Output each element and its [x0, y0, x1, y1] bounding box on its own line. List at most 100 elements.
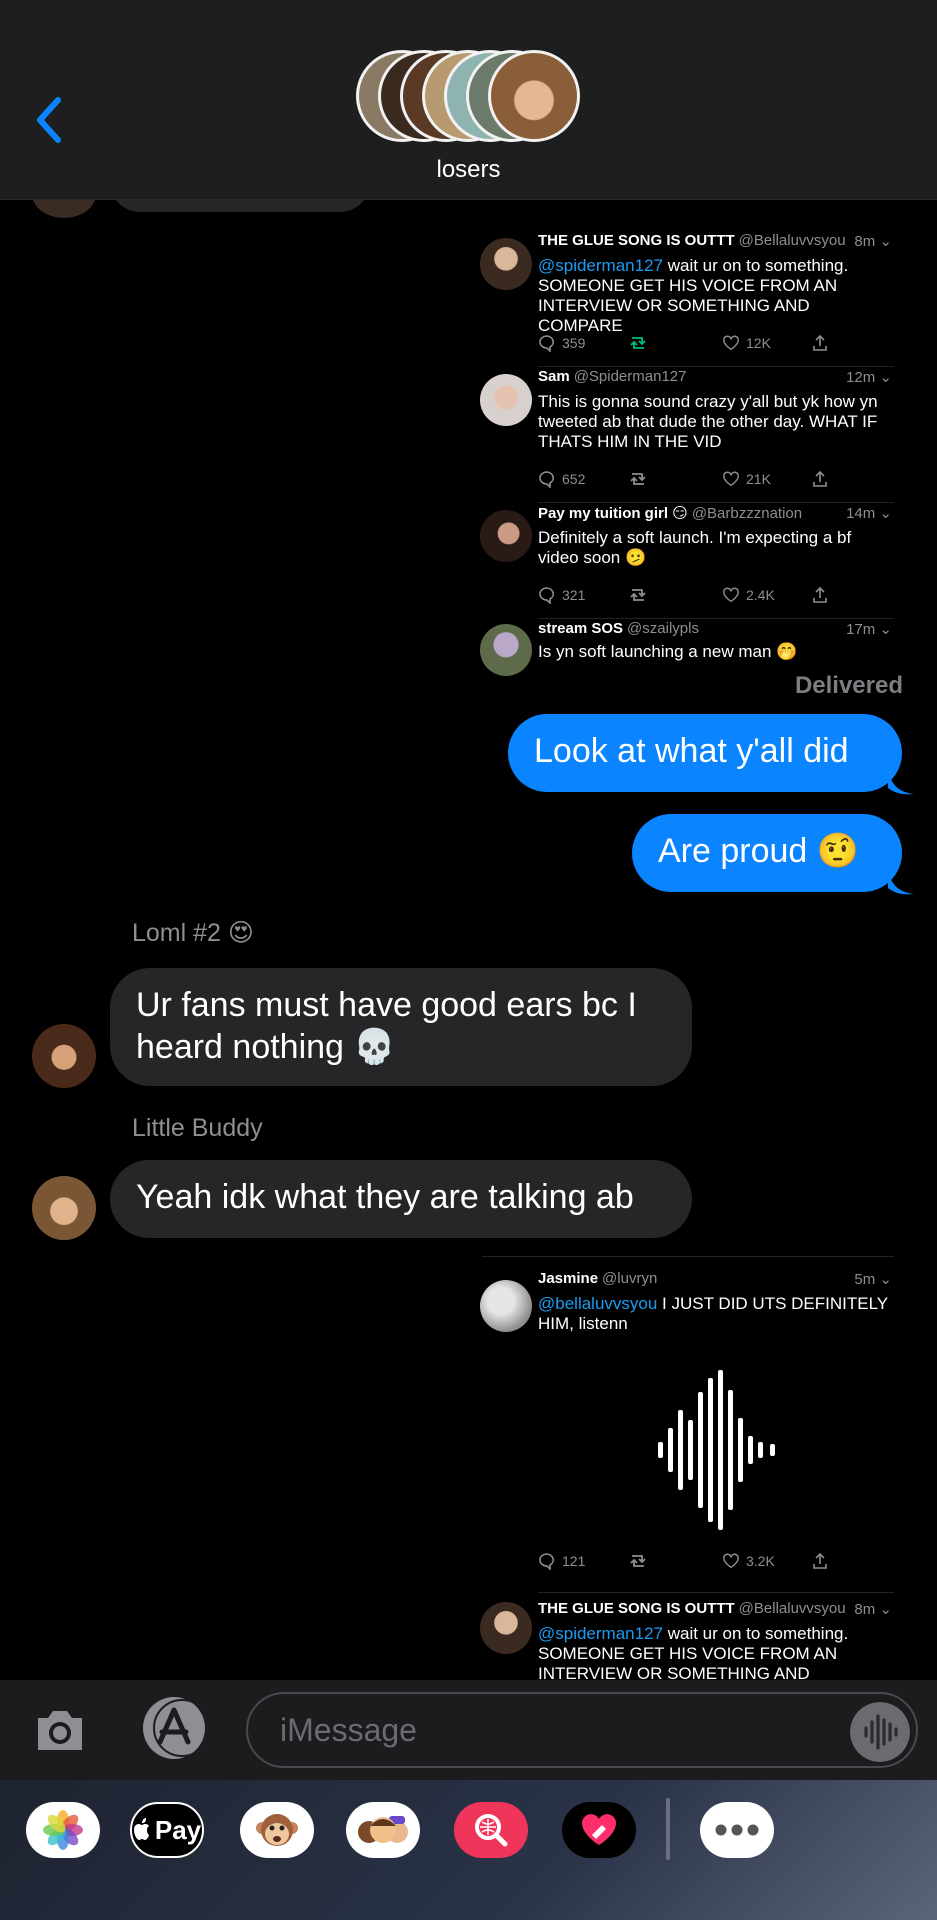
- reply-icon: [539, 587, 554, 604]
- reply-count: 652: [538, 470, 585, 488]
- tweet-avatar: [480, 1280, 532, 1332]
- avatar[interactable]: [32, 1176, 96, 1240]
- share-icon: [812, 470, 828, 488]
- reply-count: 321: [538, 586, 585, 604]
- compose-bar: [0, 1680, 937, 1780]
- tweet-text: @bellaluvvsyou I JUST DID UTS DEFINITELY…: [538, 1294, 888, 1333]
- reply-count: 359: [538, 334, 585, 352]
- tweet-avatar: [480, 624, 532, 676]
- retweet-icon: [628, 586, 648, 604]
- bubble-tail: [888, 870, 914, 895]
- tweet-avatar: [480, 238, 532, 290]
- tweet: Sam @Spiderman127 12m ⌄ This is gonna sou…: [466, 366, 898, 503]
- more-apps-icon[interactable]: [700, 1802, 774, 1858]
- tweet-author-name: Pay my tuition girl 😏: [538, 505, 688, 522]
- delivered-status: Delivered: [794, 672, 903, 699]
- retweet-icon: [628, 334, 648, 352]
- retweet-icon: [628, 470, 648, 488]
- tweet-author-name: THE GLUE SONG IS OUTTT: [538, 232, 735, 249]
- tweet-text: Is yn soft launching a new man 🤭: [538, 642, 798, 661]
- retweet-icon: [628, 1552, 648, 1570]
- group-avatars[interactable]: [356, 50, 580, 142]
- divider: [666, 1798, 670, 1860]
- tweet-text: This is gonna sound crazy y'all but yk h…: [538, 392, 878, 451]
- tweet-handle: @luvryn: [602, 1270, 658, 1287]
- message-bubble-incoming[interactable]: Yeah idk what they are talking ab: [110, 1160, 692, 1238]
- tweet-author-name: THE GLUE SONG IS OUTTT: [538, 1600, 735, 1617]
- tweet-time: 8m ⌄: [854, 1601, 892, 1618]
- tweet-handle: @Bellaluvvsyou: [738, 232, 846, 249]
- tweet-mention: @spiderman127: [538, 256, 663, 275]
- tweet-handle: @Spiderman127: [573, 368, 687, 385]
- tweet-avatar: [480, 1602, 532, 1654]
- tweet: Pay my tuition girl 😏 @Barbzzznation 14m …: [466, 502, 898, 619]
- message-bubble-outgoing[interactable]: Are proud 🤨: [632, 814, 902, 892]
- digital-touch-heart-icon[interactable]: [562, 1802, 636, 1858]
- tweet-time: 8m ⌄: [854, 233, 892, 250]
- like-count: 21K: [722, 470, 771, 488]
- search-images-app-icon[interactable]: [454, 1802, 528, 1858]
- tweet: stream SOS @szailypls 17m ⌄ Is yn soft la…: [466, 618, 898, 676]
- like-count: 2.4K: [722, 586, 775, 604]
- sender-name: Little Buddy: [132, 1114, 263, 1142]
- share-icon: [812, 334, 828, 352]
- tweet-avatar: [480, 510, 532, 562]
- reply-icon: [539, 471, 554, 488]
- avatar: [488, 50, 580, 142]
- tweet: Jasmine @luvryn 5m ⌄ @bellaluvvsyou I JUS…: [466, 1266, 898, 1593]
- back-chevron-icon[interactable]: [30, 92, 70, 148]
- tweet-mention: @spiderman127: [538, 1624, 663, 1643]
- app-store-icon[interactable]: [138, 1696, 210, 1760]
- tweet-screenshot-image[interactable]: THE GLUE SONG IS OUTTT @Bellaluvvsyou 8m …: [466, 220, 898, 676]
- like-count: 3.2K: [722, 1552, 775, 1570]
- conversation-header: losers: [0, 0, 937, 200]
- photos-app-icon[interactable]: [26, 1802, 100, 1858]
- audio-waveform-icon: [658, 1370, 775, 1530]
- apple-logo-icon: [133, 1818, 149, 1840]
- avatar[interactable]: [32, 1024, 96, 1088]
- voice-waveform-icon[interactable]: [850, 1702, 910, 1762]
- camera-icon[interactable]: [32, 1702, 88, 1758]
- tweet: THE GLUE SONG IS OUTTT @Bellaluvvsyou 8m …: [466, 230, 898, 367]
- tweet-text: @spiderman127 wait ur on to something. S…: [538, 256, 849, 335]
- heart-icon: [723, 335, 739, 351]
- tweet-text: Definitely a soft launch. I'm expecting …: [538, 528, 852, 567]
- divider: [538, 1592, 894, 1593]
- message-bubble-outgoing[interactable]: Look at what y'all did: [508, 714, 902, 792]
- tweet-time: 5m ⌄: [854, 1271, 892, 1288]
- sender-name: Loml #2 😍: [132, 919, 254, 947]
- share-icon: [812, 586, 828, 604]
- message-thread[interactable]: THE GLUE SONG IS OUTTT @Bellaluvvsyou 8m …: [0, 0, 937, 1703]
- message-input[interactable]: [246, 1692, 918, 1768]
- tweet-screenshot-image[interactable]: Jasmine @luvryn 5m ⌄ @bellaluvvsyou I JUS…: [466, 1256, 898, 1703]
- message-bubble-incoming[interactable]: Ur fans must have good ears bc I heard n…: [110, 968, 692, 1086]
- reply-icon: [539, 335, 554, 352]
- tweet-avatar: [480, 374, 532, 426]
- tweet-author-name: Sam: [538, 368, 570, 385]
- memoji-icon[interactable]: [346, 1802, 420, 1858]
- apple-pay-label: Pay: [154, 1814, 202, 1845]
- apple-pay-app-icon[interactable]: Pay: [130, 1802, 204, 1858]
- tweet-author-name: stream SOS: [538, 620, 624, 637]
- divider: [482, 1256, 894, 1257]
- bubble-tail: [888, 770, 914, 795]
- share-icon: [812, 1552, 828, 1570]
- tweet-handle: @szailypls: [627, 620, 699, 637]
- like-count: 12K: [722, 334, 771, 352]
- heart-icon: [723, 1553, 739, 1569]
- tweet-mention: @bellaluvvsyou: [538, 1294, 658, 1313]
- tweet-author-name: Jasmine: [538, 1270, 599, 1287]
- tweet-time: 17m ⌄: [846, 621, 892, 638]
- reply-icon: [539, 1553, 554, 1570]
- tweet-time: 12m ⌄: [846, 369, 892, 386]
- heart-icon: [723, 587, 739, 603]
- reply-count: 121: [538, 1552, 585, 1570]
- tweet-handle: @Bellaluvvsyou: [738, 1600, 846, 1617]
- heart-icon: [723, 471, 739, 487]
- tweet-handle: @Barbzzznation: [691, 505, 803, 522]
- app-drawer: Pay: [0, 1780, 937, 1920]
- group-name[interactable]: losers: [0, 156, 937, 184]
- tweet: THE GLUE SONG IS OUTTT @Bellaluvvsyou 8m …: [466, 1598, 898, 1703]
- animoji-monkey-icon[interactable]: [240, 1802, 314, 1858]
- tweet-time: 14m ⌄: [846, 505, 892, 522]
